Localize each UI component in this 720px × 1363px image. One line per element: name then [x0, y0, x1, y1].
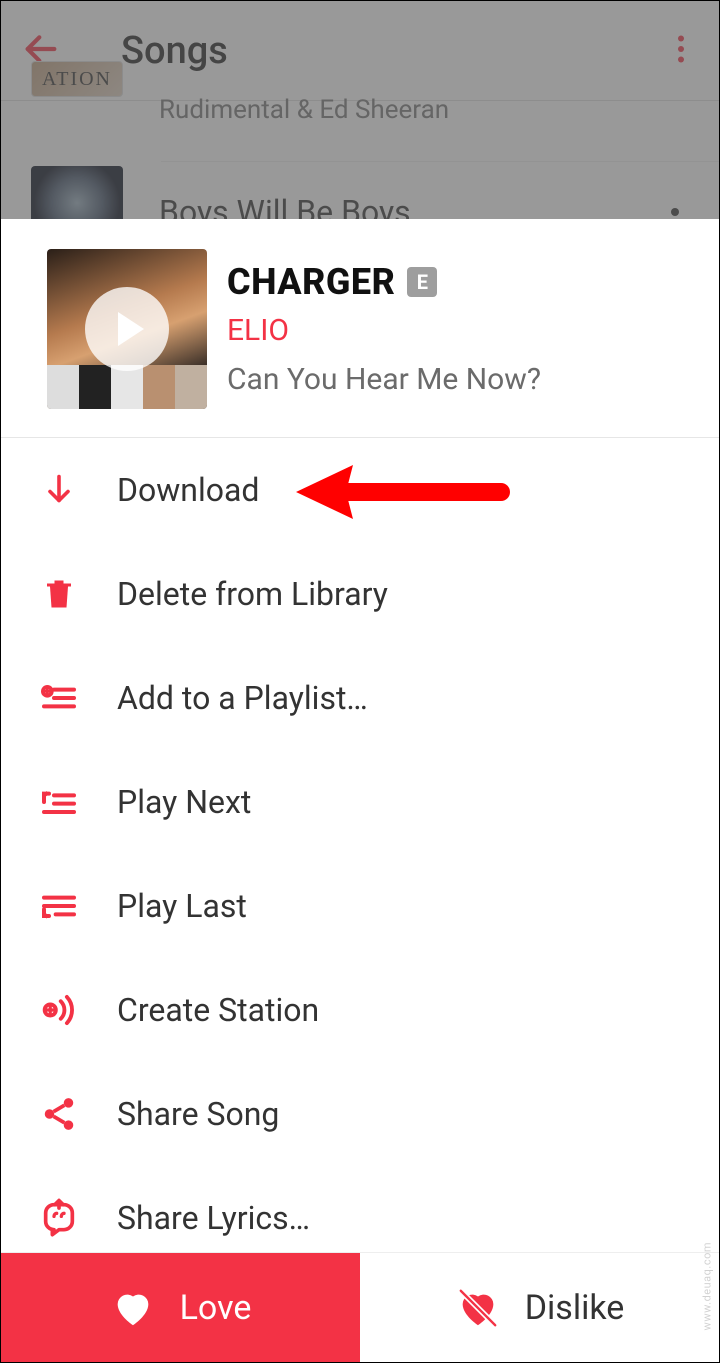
action-sheet: CHARGER E ELIO Can You Hear Me Now? Down… — [1, 219, 719, 1362]
menu-item-label: Download — [117, 471, 259, 509]
dislike-label: Dislike — [525, 1288, 625, 1328]
album-art[interactable] — [47, 249, 207, 409]
menu-play-last[interactable]: Play Last — [1, 854, 719, 958]
sheet-header: CHARGER E ELIO Can You Hear Me Now? — [1, 219, 719, 438]
menu-download[interactable]: Download — [1, 438, 719, 542]
explicit-badge: E — [407, 267, 437, 297]
play-icon[interactable] — [85, 287, 169, 371]
menu-item-label: Play Next — [117, 783, 251, 821]
menu-add-to-playlist[interactable]: Add to a Playlist… — [1, 646, 719, 750]
menu-create-station[interactable]: Create Station — [1, 958, 719, 1062]
menu-item-label: Share Song — [117, 1095, 279, 1133]
station-icon — [37, 988, 81, 1032]
menu-item-label: Delete from Library — [117, 575, 388, 613]
playlist-add-icon — [37, 676, 81, 720]
love-button[interactable]: Love — [1, 1253, 360, 1362]
dislike-button[interactable]: Dislike — [360, 1253, 719, 1362]
watermark: www.deuaq.com — [700, 1242, 713, 1330]
play-next-icon — [37, 780, 81, 824]
action-menu: Download Delete from Library Add to a Pl… — [1, 438, 719, 1362]
menu-item-label: Create Station — [117, 991, 319, 1029]
trash-icon — [37, 572, 81, 616]
song-title: CHARGER — [227, 261, 395, 303]
artist-name[interactable]: ELIO — [227, 313, 689, 348]
download-icon — [37, 468, 81, 512]
sheet-footer: Love Dislike — [1, 1252, 719, 1362]
menu-item-label: Play Last — [117, 887, 247, 925]
menu-share-song[interactable]: Share Song — [1, 1062, 719, 1166]
play-last-icon — [37, 884, 81, 928]
love-label: Love — [180, 1288, 252, 1328]
menu-item-label: Share Lyrics… — [117, 1199, 310, 1237]
menu-delete-from-library[interactable]: Delete from Library — [1, 542, 719, 646]
menu-play-next[interactable]: Play Next — [1, 750, 719, 854]
share-icon — [37, 1092, 81, 1136]
album-name[interactable]: Can You Hear Me Now? — [227, 362, 689, 397]
menu-item-label: Add to a Playlist… — [117, 679, 368, 717]
lyrics-share-icon — [37, 1196, 81, 1240]
